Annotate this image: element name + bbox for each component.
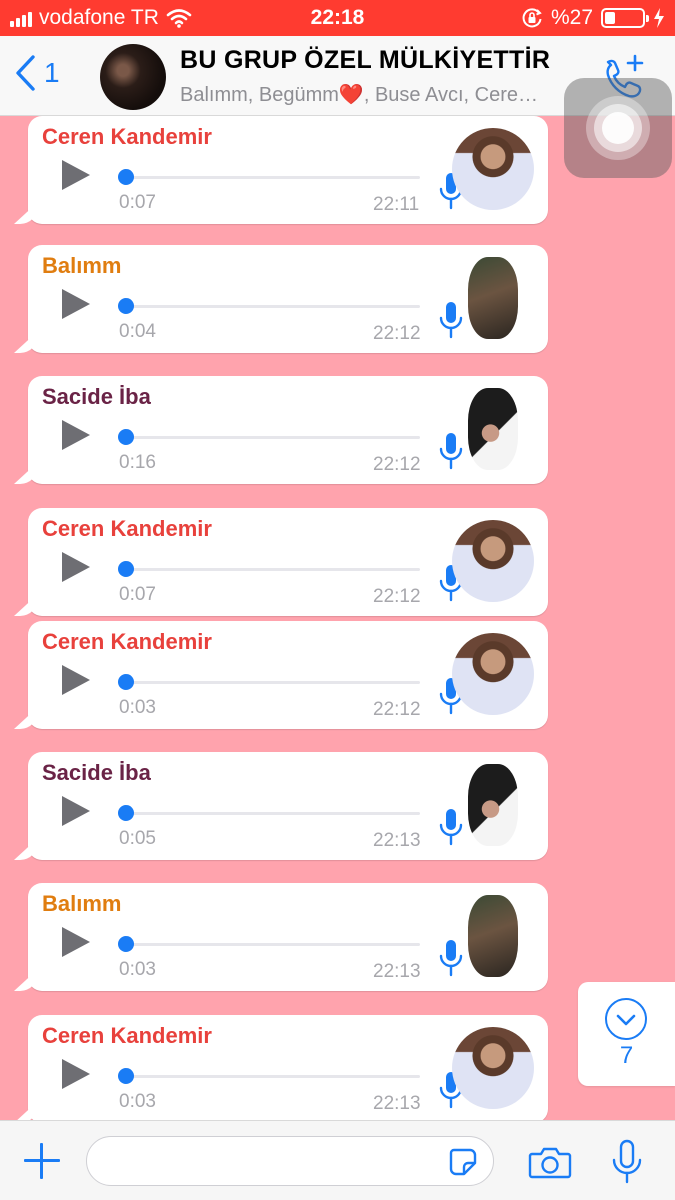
audio-progress-track[interactable] (124, 436, 420, 439)
audio-duration: 0:03 (119, 697, 156, 718)
play-icon[interactable] (62, 552, 90, 582)
audio-duration: 0:16 (119, 452, 156, 473)
audio-scrubber[interactable] (118, 561, 134, 577)
attach-plus-button[interactable] (22, 1141, 62, 1181)
group-title[interactable]: BU GRUP ÖZEL MÜLKİYETTİR (180, 46, 550, 75)
audio-progress-track[interactable] (124, 305, 420, 308)
play-icon[interactable] (62, 420, 90, 450)
audio-duration: 0:07 (119, 584, 156, 605)
play-icon[interactable] (62, 289, 90, 319)
message-time: 22:12 (373, 323, 421, 344)
voice-message[interactable]: Ceren Kandemir 0:07 22:11 (28, 116, 548, 224)
voice-message[interactable]: Ceren Kandemir 0:03 22:13 (28, 1015, 548, 1120)
audio-scrubber[interactable] (118, 169, 134, 185)
sticker-button[interactable] (448, 1147, 478, 1177)
message-time: 22:13 (373, 830, 421, 851)
message-input[interactable] (86, 1136, 494, 1186)
message-list[interactable]: Ceren Kandemir 0:07 22:11 Balımm 0:04 22:12 Sa… (0, 116, 675, 1120)
audio-scrubber[interactable] (118, 936, 134, 952)
sender-name[interactable]: Ceren Kandemir (42, 124, 212, 150)
sender-name[interactable]: Ceren Kandemir (42, 629, 212, 655)
group-members[interactable]: Balımm, Begümm❤️, Buse Avcı, Cere… (180, 82, 580, 107)
group-avatar[interactable] (100, 44, 166, 110)
sender-avatar[interactable] (468, 388, 518, 470)
play-icon[interactable] (62, 160, 90, 190)
microphone-icon (439, 809, 463, 846)
scroll-to-bottom-button[interactable]: 7 (578, 982, 675, 1086)
sender-name[interactable]: Balımm (42, 253, 121, 279)
sender-avatar[interactable] (452, 633, 534, 715)
audio-progress-track[interactable] (124, 1075, 420, 1078)
audio-progress-track[interactable] (124, 568, 420, 571)
audio-scrubber[interactable] (118, 429, 134, 445)
message-time: 22:13 (373, 961, 421, 982)
voice-message[interactable]: Balımm 0:04 22:12 (28, 245, 548, 353)
camera-button[interactable] (528, 1145, 572, 1179)
audio-progress-track[interactable] (124, 681, 420, 684)
voice-record-button[interactable] (610, 1139, 644, 1185)
audio-scrubber[interactable] (118, 1068, 134, 1084)
play-icon[interactable] (62, 796, 90, 826)
message-time: 22:12 (373, 699, 421, 720)
message-time: 22:11 (373, 194, 420, 215)
voice-message[interactable]: Balımm 0:03 22:13 (28, 883, 548, 991)
sender-name[interactable]: Sacide İba (42, 760, 151, 786)
audio-duration: 0:05 (119, 828, 156, 849)
audio-duration: 0:04 (119, 321, 156, 342)
assistive-touch-button[interactable] (564, 78, 672, 178)
play-icon[interactable] (62, 665, 90, 695)
sender-name[interactable]: Ceren Kandemir (42, 1023, 212, 1049)
microphone-icon (439, 433, 463, 470)
sender-avatar[interactable] (468, 764, 518, 846)
sender-avatar[interactable] (452, 520, 534, 602)
chevron-down-icon (605, 998, 647, 1040)
message-time: 22:12 (373, 454, 421, 475)
sender-name[interactable]: Balımm (42, 891, 121, 917)
sender-avatar[interactable] (468, 895, 518, 977)
voice-message[interactable]: Ceren Kandemir 0:07 22:12 (28, 508, 548, 616)
audio-scrubber[interactable] (118, 674, 134, 690)
status-right: %27 (521, 6, 665, 30)
sender-name[interactable]: Ceren Kandemir (42, 516, 212, 542)
voice-message[interactable]: Sacide İba 0:05 22:13 (28, 752, 548, 860)
sender-name[interactable]: Sacide İba (42, 384, 151, 410)
sender-avatar[interactable] (468, 257, 518, 339)
back-count: 1 (44, 57, 60, 88)
back-button[interactable]: 1 (14, 54, 60, 92)
orientation-lock-icon (522, 8, 542, 28)
message-time: 22:12 (373, 586, 421, 607)
play-icon[interactable] (62, 1059, 90, 1089)
microphone-icon (439, 302, 463, 339)
audio-progress-track[interactable] (124, 943, 420, 946)
microphone-icon (439, 940, 463, 977)
audio-duration: 0:07 (119, 192, 156, 213)
audio-duration: 0:03 (119, 1091, 156, 1112)
play-icon[interactable] (62, 927, 90, 957)
chevron-left-icon (16, 55, 35, 91)
audio-duration: 0:03 (119, 959, 156, 980)
battery-fill (605, 12, 615, 24)
battery-icon (601, 8, 649, 28)
voice-message[interactable]: Sacide İba 0:16 22:12 (28, 376, 548, 484)
audio-progress-track[interactable] (124, 812, 420, 815)
unread-count: 7 (619, 1042, 634, 1069)
battery-percent: %27 (550, 6, 593, 29)
sender-avatar[interactable] (452, 1027, 534, 1109)
input-bar (0, 1120, 675, 1200)
status-bar: vodafone TR 22:18 %27 (0, 0, 675, 36)
sender-avatar[interactable] (452, 128, 534, 210)
audio-scrubber[interactable] (118, 298, 134, 314)
voice-message[interactable]: Ceren Kandemir 0:03 22:12 (28, 621, 548, 729)
audio-scrubber[interactable] (118, 805, 134, 821)
audio-progress-track[interactable] (124, 176, 420, 179)
charging-icon (654, 8, 664, 28)
message-time: 22:13 (373, 1093, 421, 1114)
